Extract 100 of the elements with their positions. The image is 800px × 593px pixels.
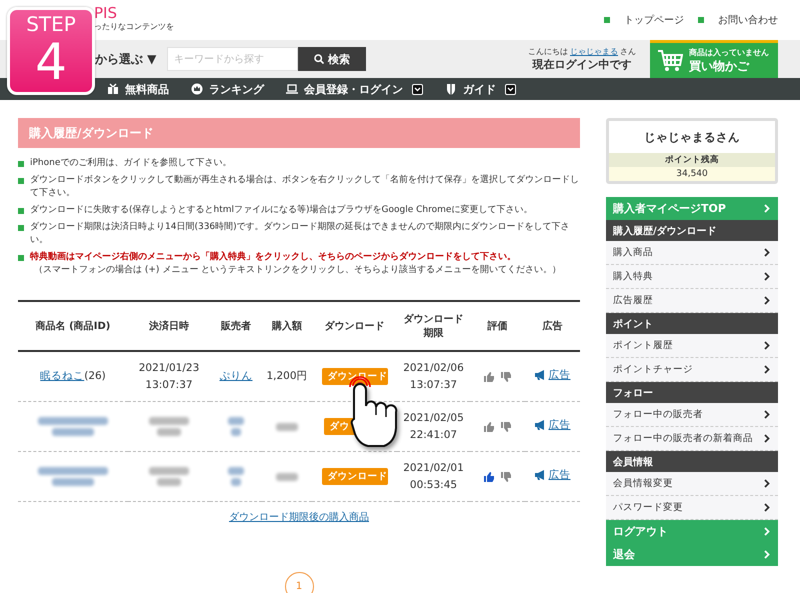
ad-link[interactable]: 広告 [534, 466, 570, 484]
chevron-icon [764, 410, 770, 419]
megaphone-icon [534, 420, 546, 430]
seller-link[interactable]: ぷりん [220, 370, 252, 382]
step-label: STEP [26, 13, 76, 35]
menu-item-label: 購入者マイページTOP [613, 201, 726, 216]
column-header: 評価 [470, 301, 525, 351]
redacted-text [228, 417, 244, 425]
menu-item[interactable]: 広告履歴 [606, 289, 778, 313]
thumbs-down-icon[interactable] [501, 422, 511, 432]
bullet-icon [18, 161, 24, 167]
tagline: ったりなコンテンツを [94, 22, 174, 32]
redacted-text [52, 478, 94, 486]
page-title: 購入履歴/ダウンロード [18, 118, 580, 148]
nav-link[interactable]: 無料商品 [107, 82, 169, 96]
bullet-icon [18, 208, 24, 214]
thumbs-down-icon[interactable] [501, 372, 511, 382]
bullet-icon [604, 17, 610, 23]
thumbs-up-icon[interactable] [484, 422, 494, 432]
thumbs-up-icon[interactable] [484, 472, 494, 482]
bullet-icon [18, 225, 24, 231]
redacted-text [149, 417, 189, 425]
chevron-icon [764, 550, 770, 559]
menu-item-label: パスワード変更 [613, 501, 683, 514]
chevron-icon [764, 272, 770, 281]
chevron-icon [764, 296, 770, 305]
login-status: 現在ログイン中です [532, 57, 632, 72]
points-label: ポイント残高 [609, 153, 775, 167]
chevron-icon [764, 479, 770, 488]
menu-item[interactable]: フォロー中の販売者の新着商品 [606, 427, 778, 451]
notice-text: ダウンロード期限は決済日時より14日間(336時間)です。ダウンロード期限の延長はできませんので期限内にダウンロードをして下さい。 [30, 221, 571, 247]
expired-purchases-link[interactable]: ダウンロード期限後の購入商品 [229, 512, 369, 523]
menu-item[interactable]: ポイントチャージ [606, 358, 778, 382]
bullet-icon [18, 255, 24, 261]
redacted-text [231, 428, 241, 436]
chevron-icon [764, 434, 770, 443]
search-button[interactable]: 検索 [298, 47, 366, 71]
column-header: 販売者 [210, 301, 262, 351]
menu-section-header: ポイント [606, 313, 778, 334]
ad-link[interactable]: 広告 [534, 416, 570, 434]
product-id: (26) [84, 370, 106, 382]
table-cell: 2021/02/01 00:53:45 [397, 452, 470, 502]
menu-item[interactable]: パスワード変更 [606, 496, 778, 520]
category-select[interactable]: から選ぶ ▼ [95, 50, 167, 68]
thumbs-up-icon[interactable] [484, 372, 494, 382]
nav-link[interactable]: 会員登録・ログイン [286, 82, 403, 96]
redacted-text [231, 478, 241, 486]
menu-item[interactable]: 会員情報変更 [606, 472, 778, 496]
menu-item-label: フォロー中の販売者 [613, 408, 703, 421]
chevron-icon [764, 365, 770, 374]
nav-link[interactable]: ランキング [191, 82, 264, 96]
ad-link[interactable]: 広告 [534, 366, 570, 384]
notice-text: iPhoneでのご利用は、ガイドを参照して下さい。 [30, 157, 232, 170]
nav-link[interactable]: ガイド [445, 82, 496, 96]
redacted-text [149, 467, 189, 475]
menu-item-label: ログアウト [613, 524, 668, 539]
column-header: 決済日時 [128, 301, 210, 351]
redacted-text [52, 428, 94, 436]
menu-item-label: 広告履歴 [613, 294, 653, 307]
redacted-text [157, 428, 181, 436]
chevron-down-icon [414, 86, 421, 92]
notice-note: （スマートフォンの場合は (+) メニュー というテキストリンクをクリックし、そちらより該当するメニューを開いてください。） [33, 264, 562, 277]
menu-item-label: 会員情報変更 [613, 477, 673, 490]
redacted-text [276, 472, 298, 480]
menu-item[interactable]: ポイント履歴 [606, 334, 778, 358]
menu-item-label: ポイントチャージ [613, 363, 693, 376]
greeting-text: こんにちは [528, 46, 568, 57]
menu-item[interactable]: 購入商品 [606, 241, 778, 265]
cart-icon [657, 48, 683, 72]
points-value: 34,540 [609, 167, 775, 181]
username-link[interactable]: じゃじゃまる [570, 46, 618, 57]
cart-label: 買い物かご [689, 58, 750, 74]
table-cell: 2021/02/05 22:41:07 [397, 402, 470, 452]
redacted-text [228, 467, 244, 475]
redacted-text [276, 422, 298, 430]
menu-section-header: フォロー [606, 382, 778, 403]
menu-item[interactable]: フォロー中の販売者 [606, 403, 778, 427]
chevron-icon [764, 204, 770, 213]
dropdown-toggle[interactable] [505, 84, 516, 94]
header-link[interactable]: トップページ [624, 13, 684, 27]
menu-item-label: ポイント履歴 [613, 339, 673, 352]
menu-item[interactable]: 購入特典 [606, 265, 778, 289]
chevron-icon [764, 341, 770, 350]
menu-item-label: 購入特典 [613, 270, 653, 283]
dropdown-toggle[interactable] [412, 84, 423, 94]
product-link[interactable]: 眠るねこ [40, 370, 84, 382]
crown-icon [191, 83, 203, 95]
bullet-icon [698, 17, 704, 23]
search-field[interactable]: キーワードから探す [167, 47, 298, 71]
chevron-icon [764, 527, 770, 536]
menu-item-label: 退会 [613, 547, 635, 562]
notice-text: 特典動画はマイページ右側のメニューから「購入特典」をクリックし、そちらのページからダウンロードをして下さい。 [30, 252, 516, 262]
notice-text: ダウンロードボタンをクリックして動画が再生される場合は、ボタンを右クリックして「名前を付けて保存」を選択してダウンロードして下さい。 [30, 174, 580, 200]
step-number: 4 [35, 35, 67, 89]
header-link[interactable]: お問い合わせ [718, 13, 778, 27]
thumbs-down-icon[interactable] [501, 472, 511, 482]
menu-section-header: 会員情報 [606, 451, 778, 472]
cart-status: 商品は入っていません [689, 46, 769, 58]
menu-section-header: 購入履歴/ダウンロード [606, 220, 778, 241]
table-cell: 1,200円 [262, 351, 312, 402]
